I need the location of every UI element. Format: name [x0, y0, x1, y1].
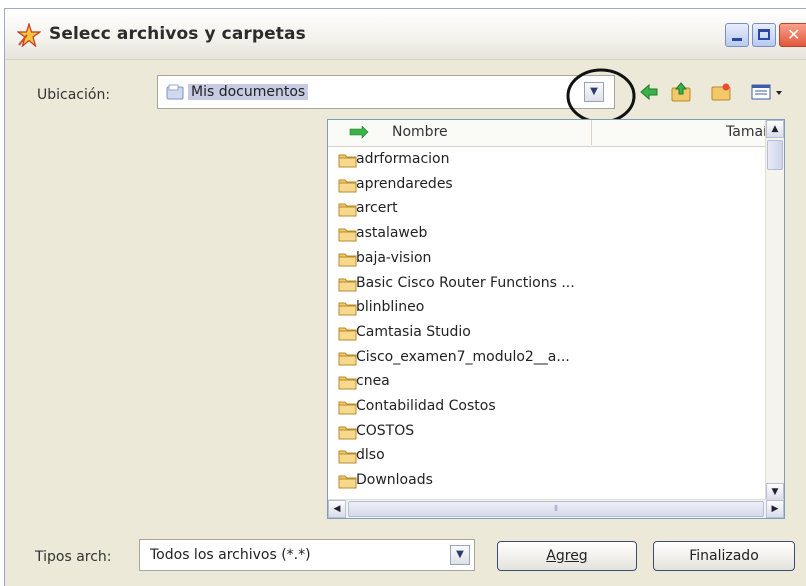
folder-icon	[338, 179, 357, 193]
done-button-label: Finalizado	[689, 548, 759, 564]
file-dialog-window: Selecc archivos y carpetas ✕ Ubicación: …	[4, 8, 806, 586]
list-item-label: COSTOS	[356, 422, 415, 439]
folder-icon	[338, 253, 357, 267]
app-star-icon	[17, 23, 41, 47]
scroll-up-button[interactable]: ▲	[766, 120, 784, 138]
title-bar[interactable]: Selecc archivos y carpetas ✕	[5, 9, 806, 60]
scroll-thumb[interactable]	[767, 140, 783, 170]
list-header: Nombre Tamaí	[328, 120, 768, 147]
maximize-button[interactable]	[752, 23, 776, 47]
my-documents-folder-icon	[166, 84, 184, 100]
folder-icon	[338, 352, 357, 366]
list-item-label: Contabilidad Costos	[356, 398, 496, 414]
minimize-icon	[732, 38, 742, 41]
column-header-name[interactable]: Nombre	[328, 120, 592, 145]
minimize-button[interactable]	[725, 23, 749, 47]
folder-icon	[338, 450, 357, 464]
folder-icon	[338, 376, 357, 390]
vertical-scrollbar[interactable]: ▲ ▼	[765, 120, 784, 501]
list-item-label: aprendaredes	[356, 175, 453, 192]
file-list[interactable]: Nombre Tamaí adrformacion aprendaredes arc…	[327, 119, 785, 519]
done-button[interactable]: Finalizado	[653, 541, 795, 571]
folder-icon	[338, 475, 357, 489]
list-item-label: Camtasia Studio	[356, 323, 471, 340]
close-icon: ✕	[787, 25, 801, 44]
folder-icon	[338, 278, 357, 291]
folder-icon	[338, 203, 357, 217]
highlight-circle-annotation	[566, 68, 636, 124]
list-item-label: dlso	[356, 447, 385, 464]
column-name-label: Nombre	[392, 124, 448, 140]
list-item-label: baja-vision	[356, 249, 432, 266]
folder-icon	[338, 154, 357, 168]
file-type-combobox[interactable]: Todos los archivos (*.*) ▼	[139, 539, 475, 571]
close-button[interactable]: ✕	[779, 23, 806, 47]
location-value: Mis documentos	[188, 84, 309, 100]
back-arrow-icon[interactable]	[638, 81, 660, 103]
folder-icon	[338, 401, 357, 415]
folder-icon	[338, 228, 357, 242]
file-type-label: Tipos arch:	[35, 549, 112, 565]
views-menu-icon[interactable]	[750, 81, 786, 103]
sort-arrow-icon	[349, 126, 369, 139]
file-type-value: Todos los archivos (*.*)	[150, 547, 311, 563]
folder-icon	[338, 302, 357, 316]
folder-icon	[338, 426, 357, 440]
list-item-label: Basic Cisco Router Functions ...	[356, 274, 575, 291]
new-folder-icon[interactable]	[710, 81, 732, 103]
location-combobox[interactable]: Mis documentos ▼	[157, 75, 615, 109]
horizontal-scrollbar[interactable]: ◀ ⦀ ▶	[328, 499, 784, 518]
list-item-label: adrformacion	[356, 151, 450, 167]
list-item-label: Cisco_examen7_modulo2__a...	[356, 348, 570, 365]
list-item-label: astalaweb	[356, 225, 428, 242]
list-item-label: blinblineo	[356, 299, 425, 316]
folder-icon	[338, 327, 357, 341]
list-item-label: arcert	[356, 200, 398, 217]
scroll-left-button[interactable]: ◀	[328, 500, 346, 518]
list-item-label: Downloads	[356, 472, 433, 489]
maximize-icon	[758, 29, 770, 40]
up-folder-icon[interactable]	[670, 81, 692, 103]
horizontal-scroll-thumb[interactable]: ⦀	[348, 501, 764, 517]
column-header-size[interactable]: Tamaí	[726, 124, 766, 140]
add-button[interactable]: Agreg	[497, 541, 637, 571]
location-label: Ubicación:	[37, 87, 111, 103]
file-type-dropdown-button[interactable]: ▼	[450, 545, 470, 565]
scroll-right-button[interactable]: ▶	[766, 500, 784, 518]
add-button-label: Agreg	[546, 548, 588, 564]
chevron-down-icon: ▼	[456, 549, 464, 560]
window-title: Selecc archivos y carpetas	[49, 24, 306, 44]
list-item-label: cnea	[356, 373, 390, 390]
